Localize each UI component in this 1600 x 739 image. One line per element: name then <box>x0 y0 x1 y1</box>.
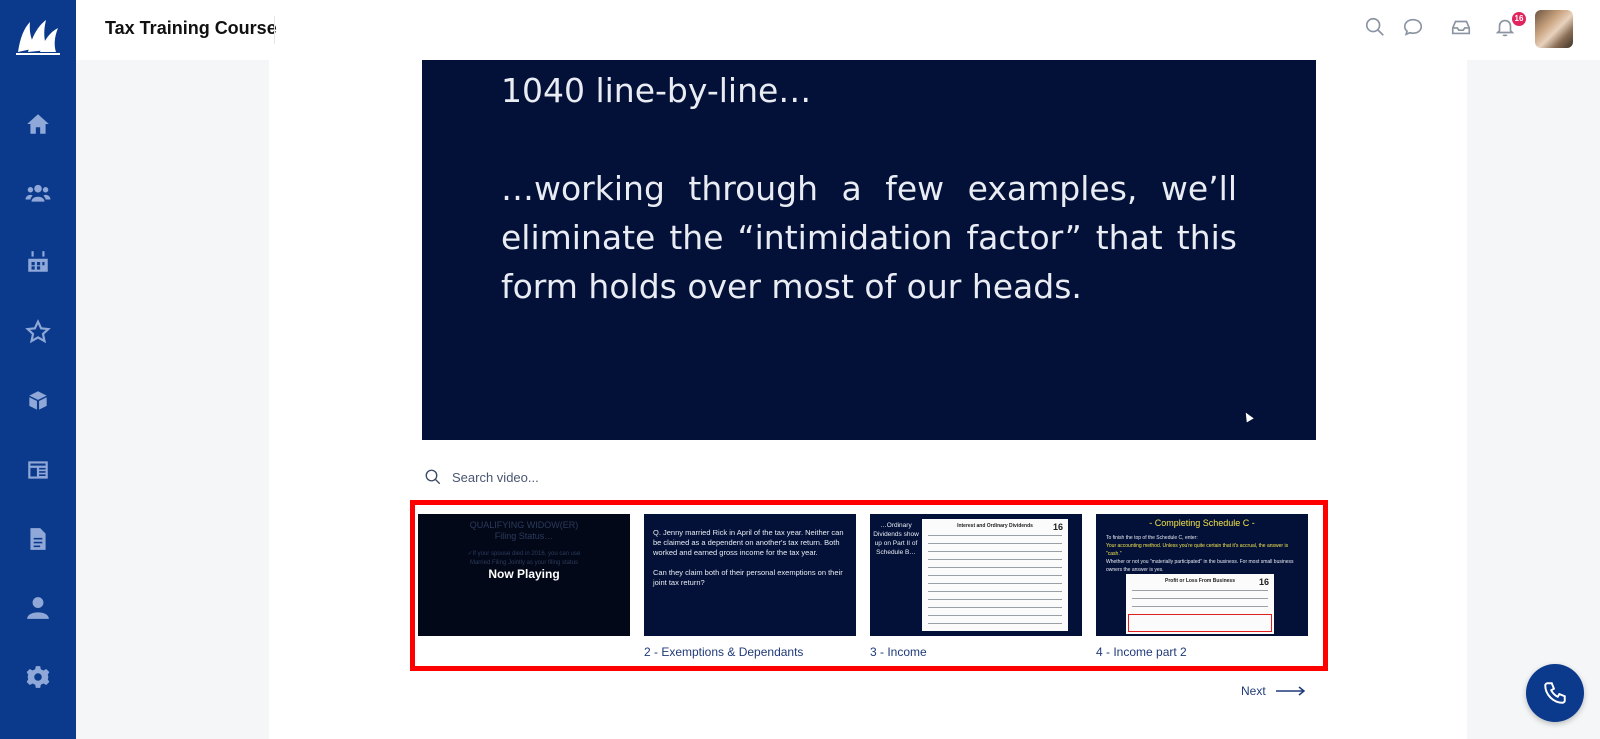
thumb-body-line: Whether or not you "materially participa… <box>1106 559 1294 573</box>
sidebar-item-products[interactable] <box>0 379 76 423</box>
document-icon <box>30 528 46 550</box>
mouse-cursor-icon <box>1242 410 1254 423</box>
playlist-item-4[interactable]: - Completing Schedule C - To finish the … <box>1096 514 1308 659</box>
search-icon <box>425 469 441 485</box>
form-year: 16 <box>1052 522 1063 532</box>
home-icon <box>27 114 49 134</box>
playlist-item-title: 4 - Income part 2 <box>1096 645 1187 659</box>
tax-form-image: Profit or Loss From Business 16 <box>1126 574 1274 634</box>
next-label: Next <box>1241 684 1266 698</box>
search-icon <box>1365 17 1384 36</box>
thumb-title-line: Filing Status… <box>494 531 554 541</box>
sidebar-item-calendar[interactable] <box>0 240 76 284</box>
thumb-side-text: …Ordinary Dividends show up on Part II o… <box>873 522 919 556</box>
video-thumbnail: Q. Jenny married Rick in April of the ta… <box>644 514 856 636</box>
next-button[interactable]: Next <box>1241 684 1306 698</box>
highlight-box <box>1128 614 1272 632</box>
thumb-text: Q. Jenny married Rick in April of the ta… <box>653 528 844 587</box>
chat-icon <box>1403 18 1423 36</box>
form-year: 16 <box>1258 577 1269 587</box>
search-input[interactable] <box>452 469 752 485</box>
search-button[interactable] <box>1364 16 1390 42</box>
star-icon <box>25 319 51 344</box>
playlist-item-2[interactable]: Q. Jenny married Rick in April of the ta… <box>644 514 856 659</box>
thumb-title-line: QUALIFYING WIDOW(ER) <box>469 520 579 530</box>
thumb-sub-line: ✓If your spouse died in 2016, you can us… <box>467 551 581 557</box>
page-title: Tax Training Course <box>105 18 277 38</box>
gear-icon <box>26 666 50 688</box>
user-icon <box>27 597 49 619</box>
thumb-sub-line: Married Filing Jointly as your filing st… <box>469 560 579 566</box>
notification-badge: 16 <box>1512 12 1526 26</box>
newspaper-icon <box>28 461 48 479</box>
sidebar <box>0 0 76 739</box>
phone-icon <box>1544 682 1566 704</box>
chat-button[interactable] <box>1402 16 1428 42</box>
users-icon <box>25 184 51 202</box>
logo-icon[interactable] <box>14 14 62 58</box>
video-thumbnail: …Ordinary Dividends show up on Part II o… <box>870 514 1082 636</box>
avatar[interactable] <box>1535 10 1573 48</box>
video-thumbnail: QUALIFYING WIDOW(ER) Filing Status… ✓If y… <box>418 514 630 636</box>
form-title: Profit or Loss From Business <box>1164 578 1235 584</box>
thumb-title: - Completing Schedule C - <box>1149 518 1255 528</box>
now-playing-label: Now Playing <box>488 567 560 581</box>
slide-text-paragraph: …working through a few examples, we’ll e… <box>501 169 1237 306</box>
sidebar-item-home[interactable] <box>0 102 76 146</box>
tax-form-image: Interest and Ordinary Dividends 16 <box>922 519 1068 631</box>
sidebar-item-favorites[interactable] <box>0 310 76 354</box>
sidebar-item-profile[interactable] <box>0 586 76 630</box>
form-title: Interest and Ordinary Dividends <box>957 523 1033 529</box>
video-thumbnail: - Completing Schedule C - To finish the … <box>1096 514 1308 636</box>
slide-text-line: 1040 line-by-line… <box>501 71 812 110</box>
video-playlist: QUALIFYING WIDOW(ER) Filing Status… ✓If y… <box>410 500 1328 671</box>
calendar-icon <box>28 251 48 272</box>
playlist-item-title: 3 - Income <box>870 645 927 659</box>
arrow-right-icon <box>1275 686 1305 696</box>
sidebar-item-groups[interactable] <box>0 171 76 215</box>
sidebar-item-news[interactable] <box>0 448 76 492</box>
playlist-item-3[interactable]: …Ordinary Dividends show up on Part II o… <box>870 514 1082 659</box>
inbox-button[interactable] <box>1450 16 1476 42</box>
video-search <box>424 466 824 488</box>
playlist-item-1[interactable]: QUALIFYING WIDOW(ER) Filing Status… ✓If y… <box>418 514 630 645</box>
divider <box>274 16 275 44</box>
call-button[interactable] <box>1526 664 1584 722</box>
thumb-body-line: Your accounting method. Unless you're qu… <box>1106 543 1289 557</box>
sidebar-item-settings[interactable] <box>0 655 76 699</box>
playlist-item-title: 2 - Exemptions & Dependants <box>644 645 804 659</box>
sidebar-item-documents[interactable] <box>0 517 76 561</box>
box-icon <box>29 391 47 410</box>
video-player[interactable]: 1040 line-by-line… …working through a fe… <box>422 60 1316 440</box>
inbox-icon <box>1451 20 1471 35</box>
thumb-body-line: To finish the top of the Schedule C, ent… <box>1106 535 1198 541</box>
